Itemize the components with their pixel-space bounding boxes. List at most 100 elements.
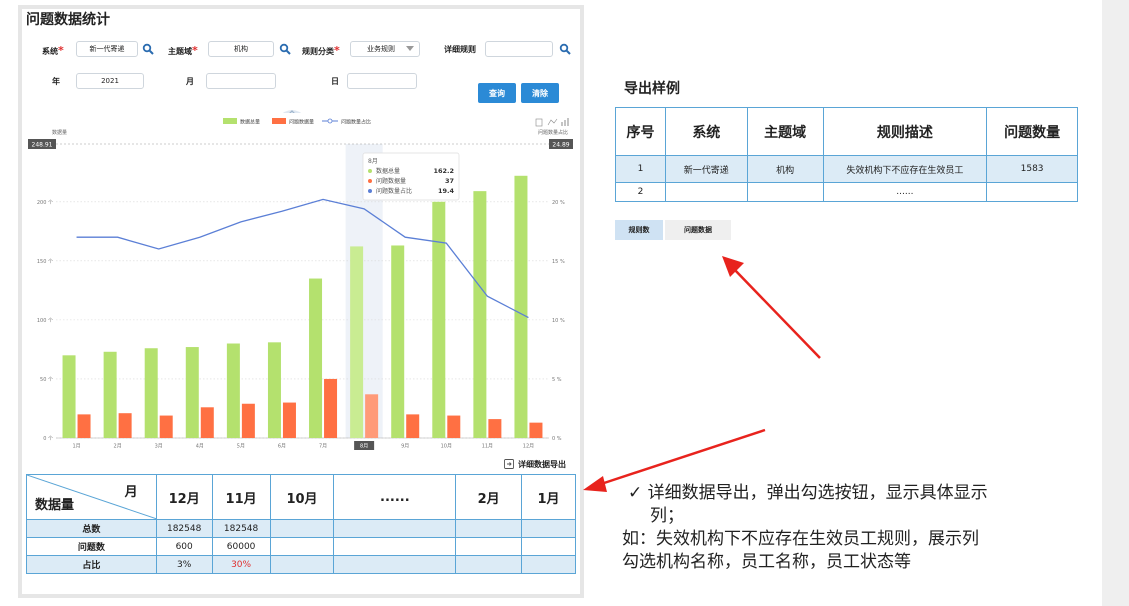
domain-label: 主题域* [168,44,198,57]
category-select[interactable]: 业务规则 [350,41,420,57]
table-cell [455,537,523,556]
bar-issue [488,419,502,438]
x-tick-label: 6月 [278,444,286,450]
column-header: 主题域 [746,107,824,156]
y-tick-label: 200 个 [37,200,53,206]
bar-issue [406,414,420,438]
table-cell: 机构 [746,155,824,183]
detail-rule-label: 详细规则 [444,45,476,54]
bar-issue [241,403,255,438]
legend-issue-label: 问题数据量 [289,119,314,126]
legend-total-label: 数据总量 [240,119,260,126]
row-label: 总数 [26,519,157,538]
x-tick-label: 4月 [196,444,204,450]
table-cell [269,537,335,556]
stats-chart: 0 个 50 个 100 个 150 个 200 个 0 % 5 % 10 % 15 % 20 %… [26,113,576,455]
legend-ratio-label: 问题数量占比 [341,119,371,126]
y2-axis-label: 问题数量占比 [538,129,568,136]
table-row: 2 ...... [615,182,1078,202]
bar-total [432,201,446,438]
arrow-to-tabs [732,267,821,359]
year-input[interactable]: 2021 [76,73,144,89]
detail-search-icon[interactable] [559,43,571,55]
table-corner-header: 月 数据量 [26,474,157,520]
column-header: 12月 [155,474,213,520]
domain-search-icon[interactable] [279,43,291,55]
x-tick-label: 10月 [441,444,452,450]
x-tick-label: 1月 [72,444,80,450]
bar-issue [77,414,91,438]
export-detail-button[interactable]: 详细数据导出 [518,459,566,470]
category-label: 规则分类* [302,44,340,57]
table-cell [269,555,335,574]
arrow-to-export [597,428,766,487]
tab-issue-data[interactable]: 问题数据 [665,220,731,240]
day-input[interactable] [347,73,417,89]
table-cell [455,519,523,538]
table-cell: 60000 [211,537,271,556]
chevron-down-icon [406,46,414,51]
column-header: 问题数量 [986,107,1078,156]
x-tick-label: 8月 [360,444,368,450]
bar-issue [324,378,338,438]
table-cell [333,519,457,538]
note-line-1b: 列； [650,506,684,526]
tooltip-row-label: 问题数量占比 [376,187,412,195]
y-tick-label: 50 个 [40,377,53,383]
y-tick-label: 0 个 [43,436,53,442]
tab-rule-count[interactable]: 规则数 [615,220,663,240]
x-tick-label: 7月 [319,444,327,450]
bar-total [267,342,281,438]
bar-issue [200,407,214,438]
y2-tick-label: 15 % [552,259,565,265]
bar-total [309,278,323,438]
bar-total [350,246,364,438]
clear-button[interactable]: 清除 [521,83,559,103]
system-select[interactable]: 新一代寄递 [76,41,138,57]
tooltip-row-value: 19.4 [438,187,455,195]
y2-tick-label: 0 % [552,436,562,442]
bar-issue [365,394,379,438]
column-header: 2月 [455,474,523,520]
column-header: 规则描述 [822,107,988,156]
table-cell [455,555,523,574]
bar-issue [118,413,132,438]
bar-total [391,245,405,438]
system-search-icon[interactable] [142,43,154,55]
bar-total [514,175,528,439]
check-icon: ✓ [628,483,643,503]
table-cell: 1583 [986,155,1078,183]
table-cell [333,555,457,574]
y-top-label: 248.91 [32,142,53,149]
y2-top-label: 24.89 [552,142,569,149]
x-tick-label: 2月 [114,444,122,450]
table-row: 问题数 600 60000 [26,537,576,556]
export-icon[interactable] [503,458,515,470]
y-axis-label: 数据量 [52,129,67,136]
export-sample-title: 导出样例 [624,81,680,97]
column-header: 系统 [664,107,748,156]
table-cell: 3% [155,555,213,574]
table-cell [333,537,457,556]
column-header: 10月 [269,474,335,520]
corner-month-label: 月 [124,485,138,500]
detail-rule-input[interactable] [485,41,553,57]
x-tick-label: 3月 [155,444,163,450]
domain-select[interactable]: 机构 [208,41,274,57]
table-cell [269,519,335,538]
arrow-head-icon [583,476,607,492]
tooltip-row-value: 162.2 [433,167,454,175]
year-label: 年 [52,77,60,86]
bar-issue [159,415,173,438]
day-label: 日 [331,77,339,86]
corner-data-label: 数据量 [35,498,75,513]
chart-legend: 数据总量 问题数据量 问题数量占比 [223,118,371,126]
vertical-scrollbar[interactable] [1102,0,1129,606]
month-input[interactable] [206,73,276,89]
note-line-2: 如：失效机构下不应存在生效员工规则，展示列 [622,529,979,549]
legend-issue-swatch [272,118,286,124]
bar-total [62,355,76,438]
system-label: 系统* [42,44,64,57]
query-button[interactable]: 查询 [478,83,516,103]
bar-issue [447,415,461,438]
